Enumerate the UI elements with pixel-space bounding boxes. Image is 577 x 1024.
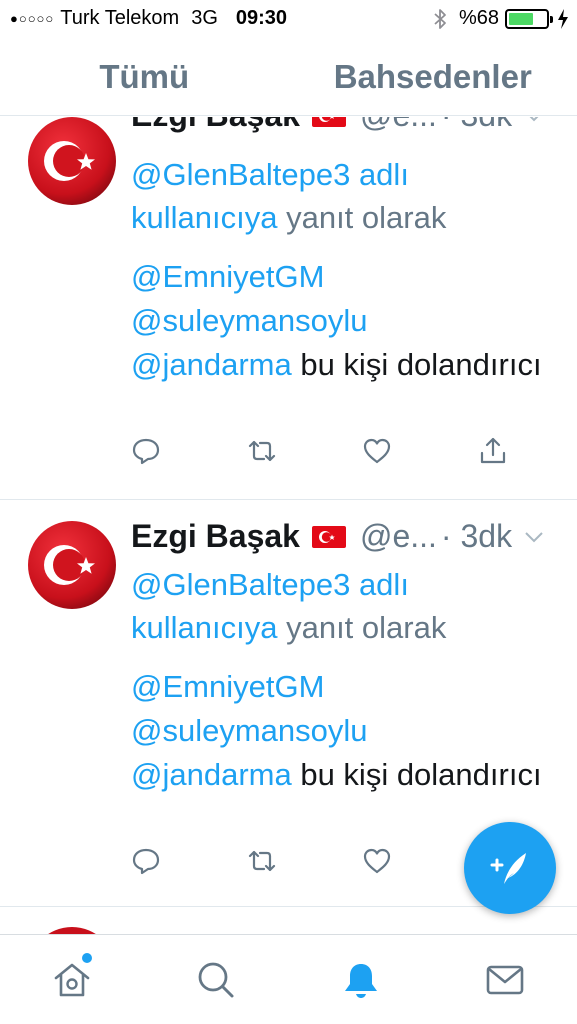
compose-tweet-button[interactable] [464, 822, 556, 914]
charging-icon [558, 8, 568, 29]
envelope-icon [486, 965, 524, 994]
new-content-dot [82, 953, 92, 963]
battery-percentage: %68 [458, 7, 499, 29]
bluetooth-icon [434, 8, 446, 29]
user-name[interactable]: Ezgi Başak [131, 117, 300, 134]
tweet-time: · 3dk [440, 518, 513, 554]
reply-button[interactable] [131, 846, 161, 876]
network-type: 3G [191, 7, 218, 29]
mention-link[interactable]: @suleymansoylu [131, 303, 368, 338]
retweet-button[interactable] [247, 846, 277, 876]
tab-all-label: Tümü [99, 57, 190, 95]
nav-home[interactable] [0, 935, 144, 1024]
mention-link[interactable]: @suleymansoylu [131, 713, 368, 748]
reply-suffix: yanıt olarak [277, 610, 447, 645]
tweet-card[interactable] [0, 907, 577, 934]
turkey-flag-emoji-icon [311, 117, 346, 127]
turkish-flag-avatar-icon [28, 521, 116, 609]
tweet-text: @EmniyetGM @suleymansoylu @jandarma bu k… [131, 665, 551, 797]
turkish-flag-avatar-icon [28, 117, 116, 205]
share-button[interactable] [478, 436, 508, 466]
reply-context: @GlenBaltepe3 adlı kullanıcıya yanıt ola… [131, 153, 551, 239]
nav-search[interactable] [144, 935, 288, 1024]
reply-button[interactable] [131, 436, 161, 466]
retweet-icon [248, 440, 276, 462]
bell-icon [344, 963, 377, 998]
tweet-header: Ezgi Başak @e... · 3dk [131, 117, 557, 134]
status-time: 09:30 [235, 7, 288, 29]
search-icon [198, 962, 234, 997]
chevron-down-icon[interactable] [524, 117, 544, 123]
bottom-navigation [0, 934, 577, 1024]
nav-notifications[interactable] [289, 935, 433, 1024]
tweet-actions [131, 846, 511, 878]
turkish-flag-avatar-icon [28, 927, 116, 934]
notifications-tabs: Tümü Bahsedenler [0, 38, 577, 116]
tweet-time: · 3dk [441, 117, 512, 134]
user-handle[interactable]: @e... [360, 117, 437, 134]
mention-link[interactable]: @jandarma [131, 347, 292, 382]
avatar[interactable] [28, 521, 116, 609]
heart-icon [363, 438, 391, 464]
nav-messages[interactable] [433, 935, 577, 1024]
reply-context: @GlenBaltepe3 adlı kullanıcıya yanıt ola… [131, 563, 551, 649]
tweet-actions [131, 436, 511, 468]
reply-icon [132, 438, 160, 465]
compose-tweet-icon [490, 853, 526, 884]
tweet-card[interactable]: Ezgi Başak @e... · 3dk @GlenBaltepe3 adl… [0, 117, 577, 500]
battery-icon [505, 8, 553, 29]
status-bar: ●○○○○ Turk Telekom 3G 09:30 %68 [0, 0, 577, 38]
chevron-down-icon[interactable] [524, 530, 544, 544]
signal-strength: ●○○○○ [10, 11, 55, 26]
tweet-text: @EmniyetGM @suleymansoylu @jandarma bu k… [131, 255, 551, 387]
home-icon [54, 963, 90, 996]
user-name[interactable]: Ezgi Başak [131, 518, 300, 555]
reply-icon [132, 848, 160, 875]
notifications-feed[interactable]: Ezgi Başak @e... · 3dk @GlenBaltepe3 adl… [0, 117, 577, 934]
carrier-name: Turk Telekom [60, 7, 180, 29]
avatar[interactable] [28, 117, 116, 205]
mention-link[interactable]: @jandarma [131, 757, 292, 792]
avatar[interactable] [28, 927, 116, 934]
like-button[interactable] [362, 846, 392, 876]
tab-all[interactable]: Tümü [0, 38, 289, 115]
mention-link[interactable]: @EmniyetGM [131, 259, 324, 294]
heart-icon [363, 848, 391, 874]
share-icon [480, 437, 506, 464]
retweet-icon [248, 850, 276, 872]
turkey-flag-emoji-icon [311, 525, 346, 548]
tab-mentions[interactable]: Bahsedenler [289, 38, 577, 115]
reply-suffix: yanıt olarak [277, 200, 447, 235]
retweet-button[interactable] [247, 436, 277, 466]
tweet-body: bu kişi dolandırıcı [291, 347, 542, 382]
mention-link[interactable]: @EmniyetGM [131, 669, 324, 704]
user-handle[interactable]: @e... [360, 518, 437, 555]
tab-mentions-label: Bahsedenler [333, 57, 532, 95]
battery-level [509, 12, 534, 25]
tweet-body: bu kişi dolandırıcı [291, 757, 542, 792]
tweet-header: Ezgi Başak @e... · 3dk [131, 518, 557, 555]
like-button[interactable] [362, 436, 392, 466]
